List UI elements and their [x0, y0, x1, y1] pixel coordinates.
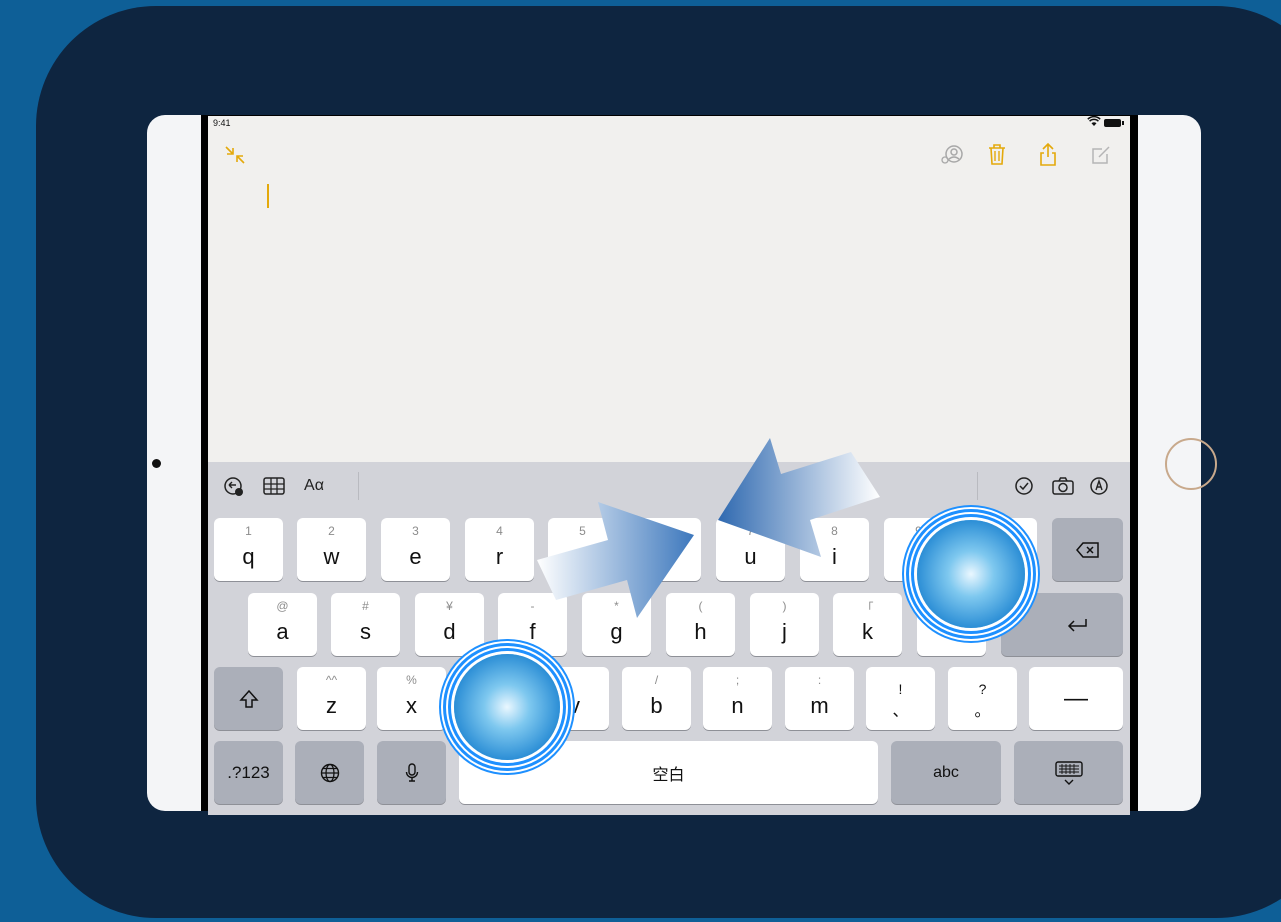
arrow-left-icon — [718, 438, 880, 557]
arrow-right-icon — [537, 502, 694, 618]
touch-point-left — [454, 654, 560, 760]
touch-point-right — [917, 520, 1025, 628]
gesture-arrows — [537, 438, 880, 618]
